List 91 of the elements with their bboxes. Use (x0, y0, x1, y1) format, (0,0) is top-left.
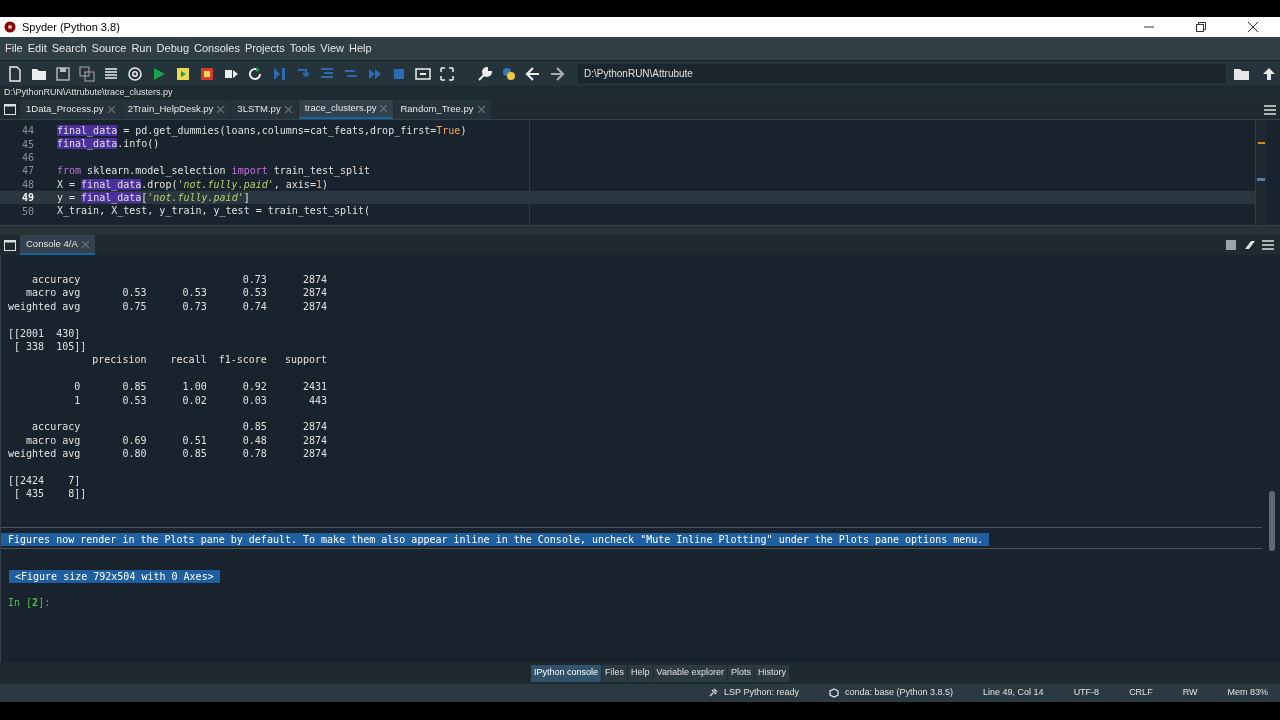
console-output-line: 0 0.85 1.00 0.92 2431 (73, 380, 329, 394)
menu-item[interactable]: Projects (243, 40, 286, 57)
python-icon[interactable] (500, 65, 517, 82)
console-output-line: [[2424 7] (8, 473, 82, 488)
plug-icon (708, 688, 719, 698)
line-number: 45 (20, 137, 34, 152)
console-output-line: precision recall f1-score support (91, 353, 329, 367)
back-arrow-icon[interactable] (524, 65, 541, 82)
wrench-icon[interactable] (476, 65, 493, 82)
forward-arrow-icon[interactable] (548, 65, 565, 82)
file-path: D:\PythonRUN\Attrubute\trace_clusters.py (4, 86, 173, 100)
fullscreen-icon[interactable] (438, 65, 455, 82)
line-number: 48 (20, 177, 34, 192)
console-output-line: macro avg 0.69 0.51 0.48 2874 (25, 433, 329, 448)
status-text: LSP Python: ready (724, 686, 799, 700)
pane-icon[interactable] (4, 239, 16, 251)
line-number: 50 (20, 204, 34, 219)
code-line: X_train, X_test, y_train, y_test = train_test_split( (57, 204, 371, 218)
console-output-line: accuracy 0.85 2874 (31, 420, 329, 434)
console-output-line: [ 338 105]] (13, 339, 88, 354)
line-number: 47 (20, 164, 34, 179)
new-file-icon[interactable] (6, 65, 23, 82)
close-tab-icon[interactable] (284, 106, 292, 113)
restore-icon[interactable] (1196, 22, 1206, 32)
console-tab[interactable]: Console 4/A (20, 235, 95, 255)
app-logo-icon (4, 21, 16, 33)
status-text: Line 49, Col 14 (983, 686, 1044, 700)
working-directory-field[interactable]: D:\PythonRUN\Attrubute (578, 64, 1226, 83)
pane-tab[interactable]: Help (628, 664, 653, 682)
status-text: CRLF (1129, 686, 1153, 700)
close-icon[interactable] (1248, 22, 1258, 32)
editor-tab[interactable]: 1Data_Process.py (20, 100, 121, 119)
line-number: 44 (20, 124, 34, 139)
code-line: final_data.info() (57, 137, 160, 151)
menu-item[interactable]: Consoles (193, 40, 241, 57)
menu-item[interactable]: View (319, 40, 345, 57)
status-text: RW (1182, 686, 1198, 700)
run-cell-icon[interactable] (174, 65, 191, 82)
close-tab-icon[interactable] (477, 106, 485, 113)
menu-item[interactable]: Edit (26, 40, 48, 57)
editor-tab[interactable]: Random_Tree.py (394, 100, 491, 119)
pane-tab[interactable]: Plots (727, 664, 754, 682)
menu-item[interactable]: Tools (288, 40, 317, 57)
notice-text: Figures now render in the Plots pane by default. To make them also appear inline in the Console, uncheck "Mute Inline Plotting" under the Plots pane options menu. (1, 532, 990, 547)
close-tab-icon[interactable] (217, 106, 225, 113)
status-text: conda: base (Python 3.8.5) (845, 686, 954, 700)
console-output-line: accuracy 0.73 2874 (31, 273, 329, 287)
eraser-icon[interactable] (1244, 240, 1256, 250)
console-output-line: weighted avg 0.75 0.73 0.74 2874 (8, 299, 329, 314)
up-arrow-icon[interactable] (1262, 66, 1276, 81)
menu-item[interactable]: Run (130, 40, 153, 57)
pane-icon[interactable] (4, 104, 16, 115)
menu-item[interactable]: Help (348, 40, 373, 57)
editor-scrollbar[interactable] (1255, 120, 1267, 225)
save-all-icon[interactable] (78, 65, 95, 82)
figure-output: <Figure size 792x504 with 0 Axes> (9, 570, 220, 584)
status-text: UTF-8 (1073, 686, 1100, 700)
menu-icon[interactable] (1264, 104, 1276, 115)
menu-icon[interactable] (1262, 240, 1274, 250)
code-line: final_data = pd.get_dummies(loans,columns=cat_feats,drop_first=True) (57, 124, 467, 138)
run-cell-advance-icon[interactable] (198, 65, 215, 82)
save-icon[interactable] (54, 65, 71, 82)
console-output-line: macro avg 0.53 0.53 0.53 2874 (25, 286, 329, 300)
input-prompt: In [2]: (8, 596, 52, 610)
editor-tab[interactable]: trace_clusters.py (298, 100, 394, 119)
menu-item[interactable]: File (4, 40, 24, 57)
console-output-line: weighted avg 0.80 0.85 0.78 2874 (8, 447, 329, 461)
line-number: 46 (20, 151, 34, 165)
list-icon[interactable] (102, 65, 119, 82)
editor-tab[interactable]: 2Train_HelpDesk.py (121, 100, 231, 119)
menu-item[interactable]: Source (90, 40, 128, 57)
window-title: Spyder (Python 3.8) (22, 19, 120, 35)
console-output-line: [[2001 430] (8, 326, 82, 340)
code-line: from sklearn.model_selection import train_test_split (57, 164, 371, 178)
pane-tab[interactable]: IPython console (531, 664, 602, 682)
pane-tab[interactable]: Variable explorer (653, 664, 727, 682)
close-tab-icon[interactable] (107, 106, 115, 113)
menu-item[interactable]: Debug (155, 40, 191, 57)
pane-tab[interactable]: History (754, 664, 789, 682)
editor-tab[interactable]: 3LSTM.py (231, 100, 298, 119)
maximize-pane-icon[interactable] (414, 65, 431, 82)
console-output-line: 1 0.53 0.02 0.03 443 (73, 393, 329, 407)
console-output-line: [ 435 8]] (13, 487, 88, 501)
rerun-icon[interactable] (246, 65, 263, 82)
code-line: X = final_data.drop('not.fully.paid', axis=1) (57, 177, 328, 191)
pane-tab[interactable]: Files (602, 664, 628, 682)
folder-icon[interactable] (1233, 66, 1251, 81)
code-line: y = final_data['not.fully.paid'] (57, 191, 250, 205)
status-text: Mem 83% (1227, 686, 1268, 700)
menu-item[interactable]: Search (50, 40, 88, 57)
line-number: 49 (20, 191, 34, 206)
